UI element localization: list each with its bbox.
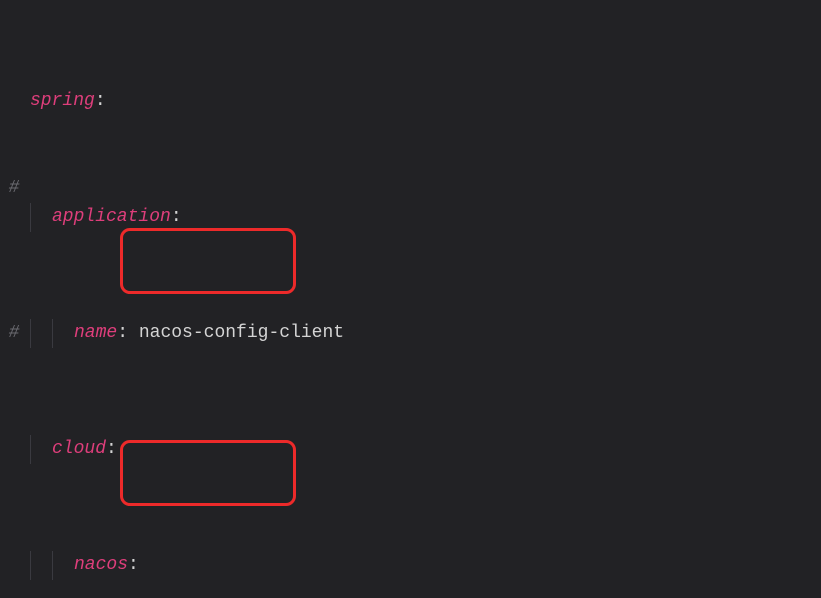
gutter-line: #	[0, 319, 28, 348]
yaml-colon: :	[117, 323, 128, 343]
yaml-colon: :	[106, 439, 117, 459]
gutter-line	[0, 116, 28, 145]
gutter-line	[0, 203, 28, 232]
code-editor[interactable]: # # spring: application: name: nacos-con…	[0, 0, 821, 598]
gutter-line	[0, 522, 28, 551]
gutter-line	[0, 348, 28, 377]
gutter-line	[0, 377, 28, 406]
gutter-line	[0, 87, 28, 116]
gutter-line	[0, 464, 28, 493]
yaml-key: spring	[30, 91, 95, 111]
gutter-line: #	[0, 174, 28, 203]
yaml-key: nacos	[74, 555, 128, 575]
yaml-key: application	[52, 207, 171, 227]
code-line[interactable]: spring:	[30, 87, 821, 116]
code-line[interactable]: cloud:	[30, 435, 821, 464]
gutter-line	[0, 232, 28, 261]
gutter-line	[0, 29, 28, 58]
gutter-line	[0, 290, 28, 319]
gutter: # #	[0, 0, 28, 598]
gutter-line	[0, 406, 28, 435]
gutter-line	[0, 261, 28, 290]
code-area[interactable]: spring: application: name: nacos-config-…	[28, 0, 821, 598]
yaml-value: nacos-config-client	[139, 323, 344, 343]
gutter-line	[0, 435, 28, 464]
gutter-line	[0, 493, 28, 522]
yaml-colon: :	[171, 207, 182, 227]
yaml-colon: :	[128, 555, 139, 575]
annotation-box-1	[120, 228, 296, 294]
yaml-colon: :	[95, 91, 106, 111]
yaml-key: cloud	[52, 439, 106, 459]
gutter-line	[0, 0, 28, 29]
gutter-line	[0, 58, 28, 87]
code-line[interactable]: application:	[30, 203, 821, 232]
yaml-key: name	[74, 323, 117, 343]
gutter-line	[0, 145, 28, 174]
code-line[interactable]: nacos:	[30, 551, 821, 580]
gutter-line	[0, 551, 28, 580]
code-line[interactable]: name: nacos-config-client	[30, 319, 821, 348]
